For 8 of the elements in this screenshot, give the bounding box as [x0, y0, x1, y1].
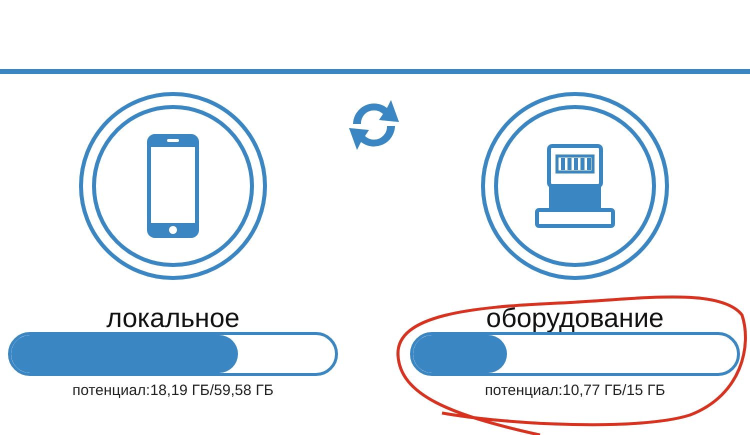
storage-label: оборудование — [486, 302, 664, 334]
phone-icon — [146, 133, 200, 239]
device-button[interactable] — [494, 105, 656, 267]
capacity-text: потенциал:18,19 ГБ/59,58 ГБ — [72, 382, 274, 399]
capacity-text: потенциал:10,77 ГБ/15 ГБ — [484, 382, 666, 399]
connector-icon — [535, 144, 615, 228]
device-button[interactable] — [92, 105, 254, 267]
storage-label: локальное — [106, 302, 240, 334]
